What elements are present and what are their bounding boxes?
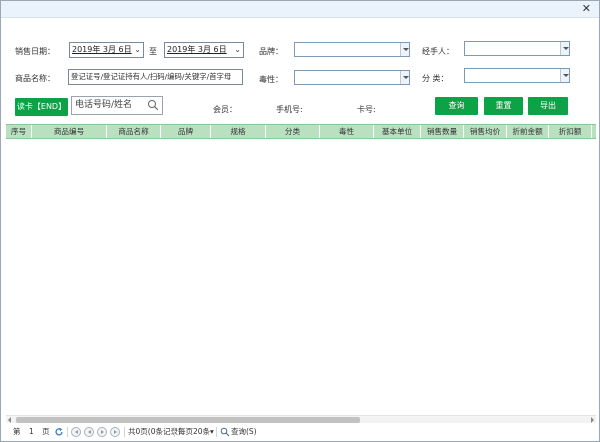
col-header[interactable]: 折扣额: [549, 125, 592, 138]
col-header[interactable]: 折前金额: [507, 125, 549, 138]
date-from-value: 2019年 3月 6日: [72, 45, 132, 54]
title-bar: ✕: [1, 1, 599, 18]
phone-placeholder: 电话号码/姓名: [75, 100, 133, 110]
table-header: 序号 商品编号 商品名称 品牌 规格 分类 毒性 基本单位 销售数量 销售均价 …: [6, 124, 596, 139]
page-number-input[interactable]: 1: [29, 425, 34, 439]
brand-label: 品牌：: [259, 47, 283, 56]
page-suffix: 页: [42, 427, 50, 436]
dropdown-arrow-icon[interactable]: [560, 69, 569, 82]
report-window: ✕ 销售日期： 2019年 3月 6日 ⌄ 至 2019年 3月 6日 ⌄ 品牌…: [0, 0, 600, 442]
phone-name-input[interactable]: 电话号码/姓名: [71, 96, 163, 115]
member-label: 会员：: [213, 105, 237, 114]
to-label: 至: [149, 47, 157, 56]
col-header[interactable]: 规格: [211, 125, 266, 138]
col-header[interactable]: 销售数量: [421, 125, 464, 138]
col-header[interactable]: 分类: [266, 125, 320, 138]
read-card-button[interactable]: 读卡【END】: [15, 98, 68, 116]
dropdown-arrow-icon[interactable]: [400, 71, 409, 84]
page-prefix: 第: [13, 427, 21, 436]
search-icon[interactable]: [147, 99, 159, 111]
chevron-down-icon[interactable]: ⌄: [134, 43, 141, 57]
query-button[interactable]: 查询: [435, 97, 478, 115]
brand-select[interactable]: [294, 42, 410, 57]
total-records-text: 共0页(0条记录): [128, 427, 181, 436]
next-page-icon[interactable]: [97, 427, 107, 437]
dropdown-arrow-icon[interactable]: [560, 42, 569, 55]
category-label: 分 类：: [422, 74, 449, 83]
toxicity-select[interactable]: [294, 70, 410, 85]
search-icon[interactable]: [220, 427, 230, 437]
category-select[interactable]: [464, 68, 570, 83]
close-icon[interactable]: ✕: [582, 2, 591, 16]
col-header[interactable]: 序号: [6, 125, 32, 138]
last-page-icon[interactable]: [110, 427, 120, 437]
col-header[interactable]: 毒性: [320, 125, 374, 138]
col-header[interactable]: 商品名称: [107, 125, 161, 138]
date-to-picker[interactable]: 2019年 3月 6日 ⌄: [164, 42, 244, 58]
per-page-select[interactable]: 每页20条▾: [178, 425, 214, 439]
chevron-down-icon[interactable]: ⌄: [234, 43, 241, 57]
scroll-thumb[interactable]: [16, 417, 360, 423]
product-name-input[interactable]: 登记证号/登记证持有人/扫码/编码/关键字/首字母: [68, 69, 243, 85]
date-from-picker[interactable]: 2019年 3月 6日 ⌄: [69, 42, 144, 58]
export-button[interactable]: 导出: [528, 97, 568, 115]
handler-select[interactable]: [464, 41, 570, 56]
col-header[interactable]: 销售均价: [464, 125, 507, 138]
pager-separator: [174, 427, 175, 437]
mobile-label: 手机号:: [276, 105, 303, 114]
scroll-left-icon[interactable]: [6, 416, 14, 424]
horizontal-scrollbar[interactable]: [6, 415, 596, 423]
col-header[interactable]: 品牌: [161, 125, 211, 138]
date-to-value: 2019年 3月 6日: [167, 45, 227, 54]
pager-separator: [124, 427, 125, 437]
sales-date-label: 销售日期：: [15, 47, 55, 56]
pager-query-button[interactable]: 查询(S): [231, 425, 257, 439]
reset-button[interactable]: 重置: [484, 97, 523, 115]
toxicity-label: 毒性：: [259, 75, 283, 84]
prev-page-icon[interactable]: [84, 427, 94, 437]
dropdown-arrow-icon[interactable]: [400, 43, 409, 56]
product-name-label: 商品名称：: [15, 74, 55, 83]
col-header[interactable]: 基本单位: [374, 125, 421, 138]
handler-label: 经手人：: [422, 47, 454, 56]
pager-separator: [216, 427, 217, 437]
pager-separator: [67, 427, 68, 437]
first-page-icon[interactable]: [71, 427, 81, 437]
card-no-label: 卡号:: [357, 105, 376, 114]
scroll-right-icon[interactable]: [588, 416, 596, 424]
col-header[interactable]: 商品编号: [32, 125, 107, 138]
refresh-icon[interactable]: [54, 427, 64, 437]
